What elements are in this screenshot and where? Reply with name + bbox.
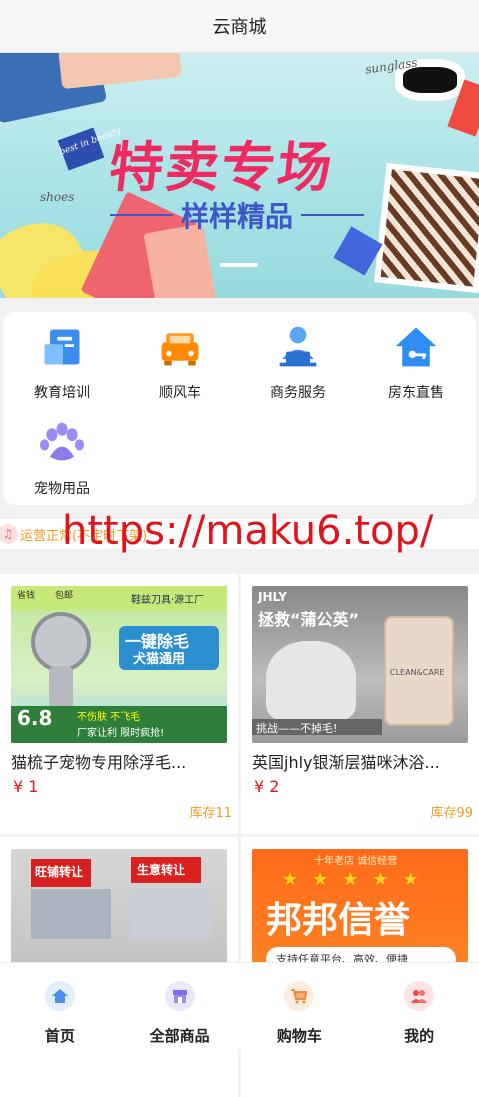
img-text: 省钱: [17, 591, 36, 601]
house-icon: [395, 327, 437, 367]
img-text: 旺铺转让: [35, 865, 84, 879]
img-text: CLEAN&CARE: [390, 668, 445, 677]
category-label: 房东直售: [388, 385, 444, 401]
img-text: 鞋兹刀具·源工厂: [131, 595, 205, 606]
img-text: 犬猫通用: [133, 652, 186, 667]
tab-label: 我的: [404, 1027, 435, 1045]
carousel-indicator[interactable]: [220, 263, 258, 267]
img-text: JHLY: [258, 590, 287, 604]
shop-icon: [164, 981, 195, 1011]
img-text: 十年老店 诚信经营: [314, 856, 398, 867]
car-icon: [161, 333, 199, 366]
product-price: ¥ 1: [13, 777, 39, 796]
product-price: ¥ 2: [254, 777, 280, 796]
product-title[interactable]: 猫梳子宠物专用除浮毛...: [11, 749, 227, 773]
product-stock: 库存11: [189, 806, 232, 821]
product-stock: 库存99: [430, 806, 473, 821]
bottom-tab-bar: 首页 全部商品 购物车 我的: [0, 962, 479, 1049]
img-text: 厂家让利 限时疯抢!: [77, 728, 165, 739]
img-text: 6.8: [17, 706, 53, 730]
tab-cart[interactable]: 购物车: [240, 963, 360, 1049]
product-image[interactable]: JHLY 拯救“蒲公英” CLEAN&CARE 挑战——不掉毛!: [252, 586, 468, 743]
banner-script-shoes: shoes: [40, 190, 75, 204]
banner-title: 特卖专场: [106, 136, 337, 199]
notice-bell-icon: ♫: [0, 524, 18, 544]
category-label: 宠物用品: [34, 481, 90, 497]
category-carpool[interactable]: 顺风车: [121, 312, 239, 402]
category-education[interactable]: 教育培训: [3, 312, 121, 402]
category-label: 教育培训: [34, 385, 90, 401]
tab-label: 购物车: [276, 1027, 322, 1045]
education-icon: [44, 329, 80, 365]
img-text: 生意转让: [137, 863, 186, 877]
product-card[interactable]: 省钱 包邮 鞋兹刀具·源工厂 一键除毛 犬猫通用 6.8 不伤肤 不飞毛 厂家让…: [0, 574, 238, 834]
img-text: 不伤肤 不飞毛: [77, 712, 141, 723]
tab-all-products[interactable]: 全部商品: [120, 963, 240, 1049]
category-grid: 教育培训 顺风车 商务服务 房东直售 宠物用品: [3, 312, 476, 505]
photo-decoration: [374, 162, 479, 294]
category-pet[interactable]: 宠物用品: [3, 408, 121, 498]
category-landlord[interactable]: 房东直售: [357, 312, 475, 402]
product-image[interactable]: 省钱 包邮 鞋兹刀具·源工厂 一键除毛 犬猫通用 6.8 不伤肤 不飞毛 厂家让…: [11, 586, 227, 743]
pet-paw-icon: [39, 422, 85, 461]
product-title[interactable]: 英国jhly银渐层猫咪沐浴...: [252, 749, 468, 773]
product-card[interactable]: JHLY 拯救“蒲公英” CLEAN&CARE 挑战——不掉毛! 英国jhly银…: [241, 574, 479, 834]
promo-banner[interactable]: sunglass best in beauty shoes 特卖专场 样样精品: [0, 53, 479, 298]
cart-icon: [284, 981, 315, 1011]
page-title: 云商城: [212, 17, 267, 38]
img-text: 挑战——不掉毛!: [256, 722, 338, 735]
category-business[interactable]: 商务服务: [239, 312, 357, 402]
tab-home[interactable]: 首页: [0, 963, 120, 1049]
img-text: 拯救“蒲公英”: [258, 610, 360, 629]
tab-label: 全部商品: [149, 1027, 210, 1045]
watermark-url: https://maku6.top/: [62, 508, 434, 554]
category-label: 商务服务: [270, 385, 326, 401]
business-service-icon: [279, 326, 317, 367]
home-icon: [44, 981, 75, 1011]
user-icon: [404, 981, 435, 1011]
tab-mine[interactable]: 我的: [359, 963, 479, 1049]
tab-label: 首页: [44, 1027, 75, 1045]
img-text: 邦邦信誉: [266, 900, 411, 941]
category-label: 顺风车: [159, 385, 201, 401]
img-text: 包邮: [55, 591, 74, 601]
banner-subtitle: 样样精品: [110, 195, 365, 235]
app-header: 云商城: [0, 0, 479, 53]
